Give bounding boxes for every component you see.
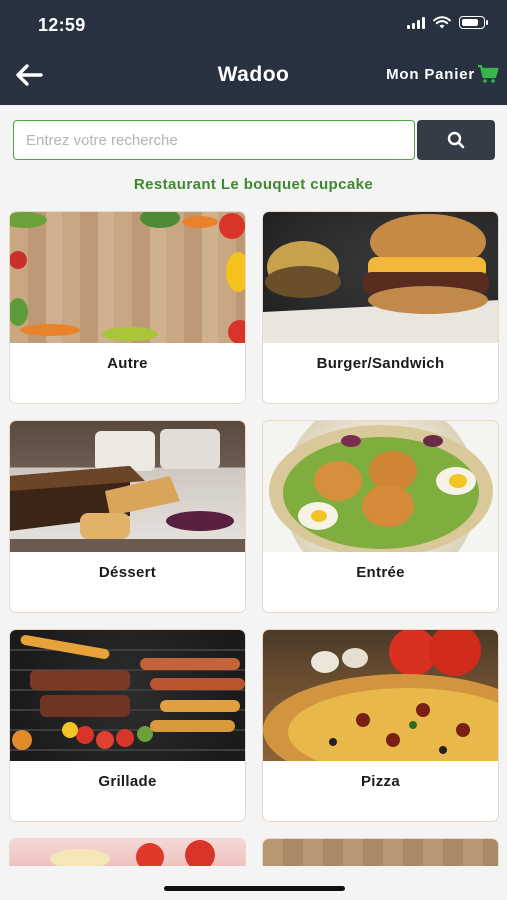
category-card-pizza[interactable]: Pizza [262, 629, 499, 822]
shopping-cart-icon [478, 64, 499, 83]
cart-label: Mon Panier [386, 65, 475, 83]
cart-button[interactable]: Mon Panier [386, 64, 499, 84]
category-card-burger-sandwich[interactable]: Burger/Sandwich [262, 211, 499, 404]
restaurant-name: Restaurant Le bouquet cupcake [133, 176, 374, 193]
category-card-autre[interactable]: Autre [9, 211, 246, 404]
category-card-entree[interactable]: Entrée [262, 420, 499, 613]
category-label: Burger/Sandwich [316, 354, 445, 372]
home-indicator[interactable] [164, 886, 345, 891]
category-image-entree [263, 421, 498, 552]
category-label: Autre [107, 354, 148, 372]
category-image-pizza [263, 630, 498, 761]
category-image-autre [10, 212, 245, 343]
category-card-dessert[interactable]: Déssert [9, 420, 246, 613]
cellular-signal-icon [407, 16, 425, 29]
search-input[interactable] [13, 120, 415, 160]
wifi-icon [433, 16, 451, 29]
category-label: Déssert [98, 563, 157, 581]
top-bar: 12:59 Wadoo Mon Panier [0, 0, 507, 105]
category-label: Pizza [360, 772, 400, 790]
arrow-left-icon [16, 64, 43, 86]
battery-icon [459, 16, 488, 29]
bottom-safe-area [0, 866, 507, 900]
category-grid: Autre Burger/Sandwich Déssert Entrée Gri… [9, 211, 499, 878]
category-image-grillade [10, 630, 245, 761]
status-icons [407, 16, 488, 29]
category-card-grillade[interactable]: Grillade [9, 629, 246, 822]
category-label: Entrée [356, 563, 405, 581]
status-time: 12:59 [38, 15, 86, 35]
app-screen: 12:59 Wadoo Mon Panier Entrez votre rech… [0, 0, 507, 900]
back-button[interactable] [14, 60, 44, 90]
search-button[interactable] [417, 120, 495, 160]
category-image-burger [263, 212, 498, 343]
search-icon [447, 131, 465, 149]
category-label: Grillade [98, 772, 157, 790]
category-image-dessert [10, 421, 245, 552]
